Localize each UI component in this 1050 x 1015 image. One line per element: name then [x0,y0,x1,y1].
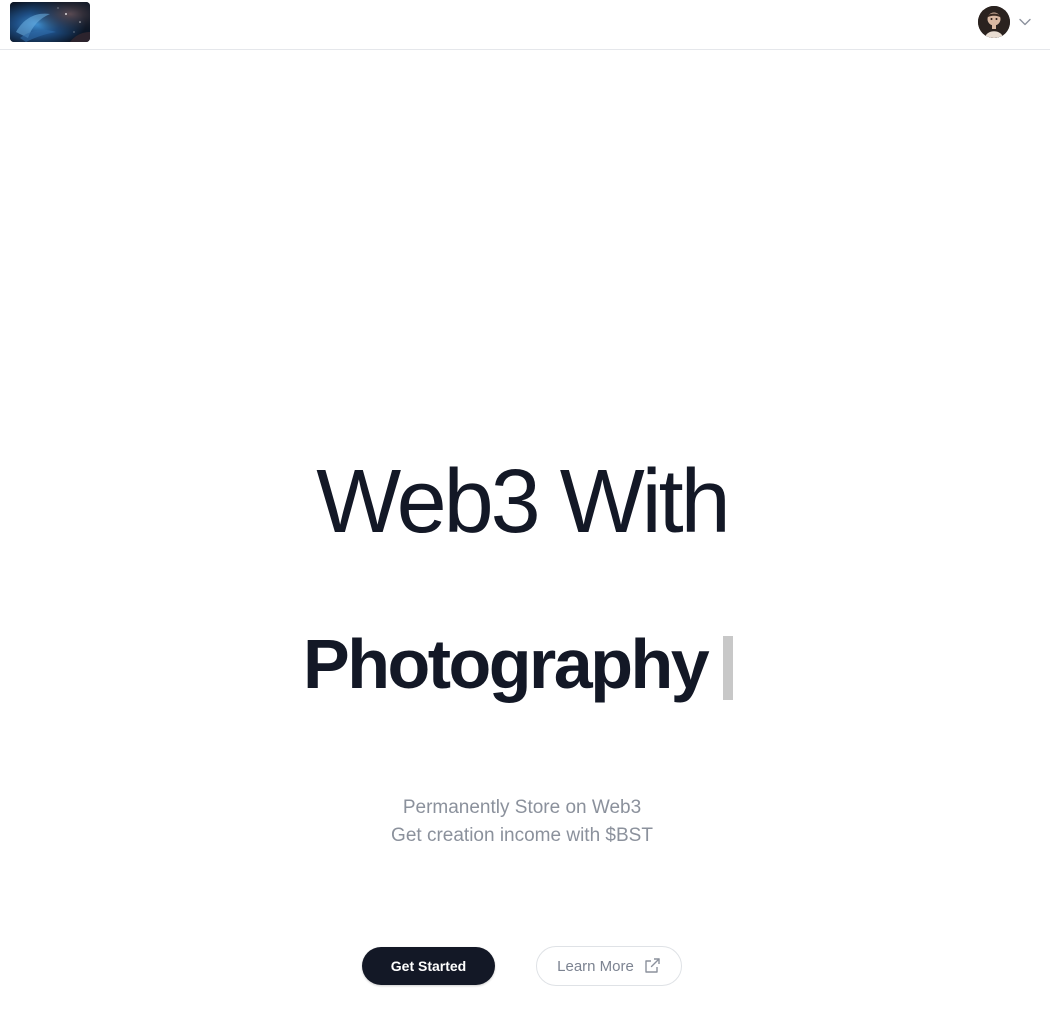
top-navigation-bar [0,0,1050,50]
subtitle-line1: Permanently Store on Web3 [402,797,642,818]
user-menu[interactable] [978,5,1032,39]
chevron-down-icon[interactable] [1018,15,1032,29]
galaxy-logo-image [10,2,90,42]
user-avatar[interactable] [978,6,1010,38]
user-avatar-image [978,6,1010,38]
hero-typed-word: Photography [303,625,710,703]
site-logo[interactable] [10,2,90,42]
typing-cursor [723,636,734,700]
hero-headline-line2: Photography [303,616,734,712]
hero-headline-line1: Web3 With [316,452,731,552]
external-link-icon [643,957,661,975]
subtitle-line2: Get creation income with $BST [391,825,653,846]
get-started-button[interactable]: Get Started [362,947,495,985]
learn-more-button[interactable]: Learn More [536,946,682,986]
hero-section: Web3 With Photography Permanently Store … [0,50,1050,1015]
learn-more-label: Learn More [557,957,634,975]
hero-subtitle: Permanently Store on Web3 Get creation i… [0,794,1044,850]
